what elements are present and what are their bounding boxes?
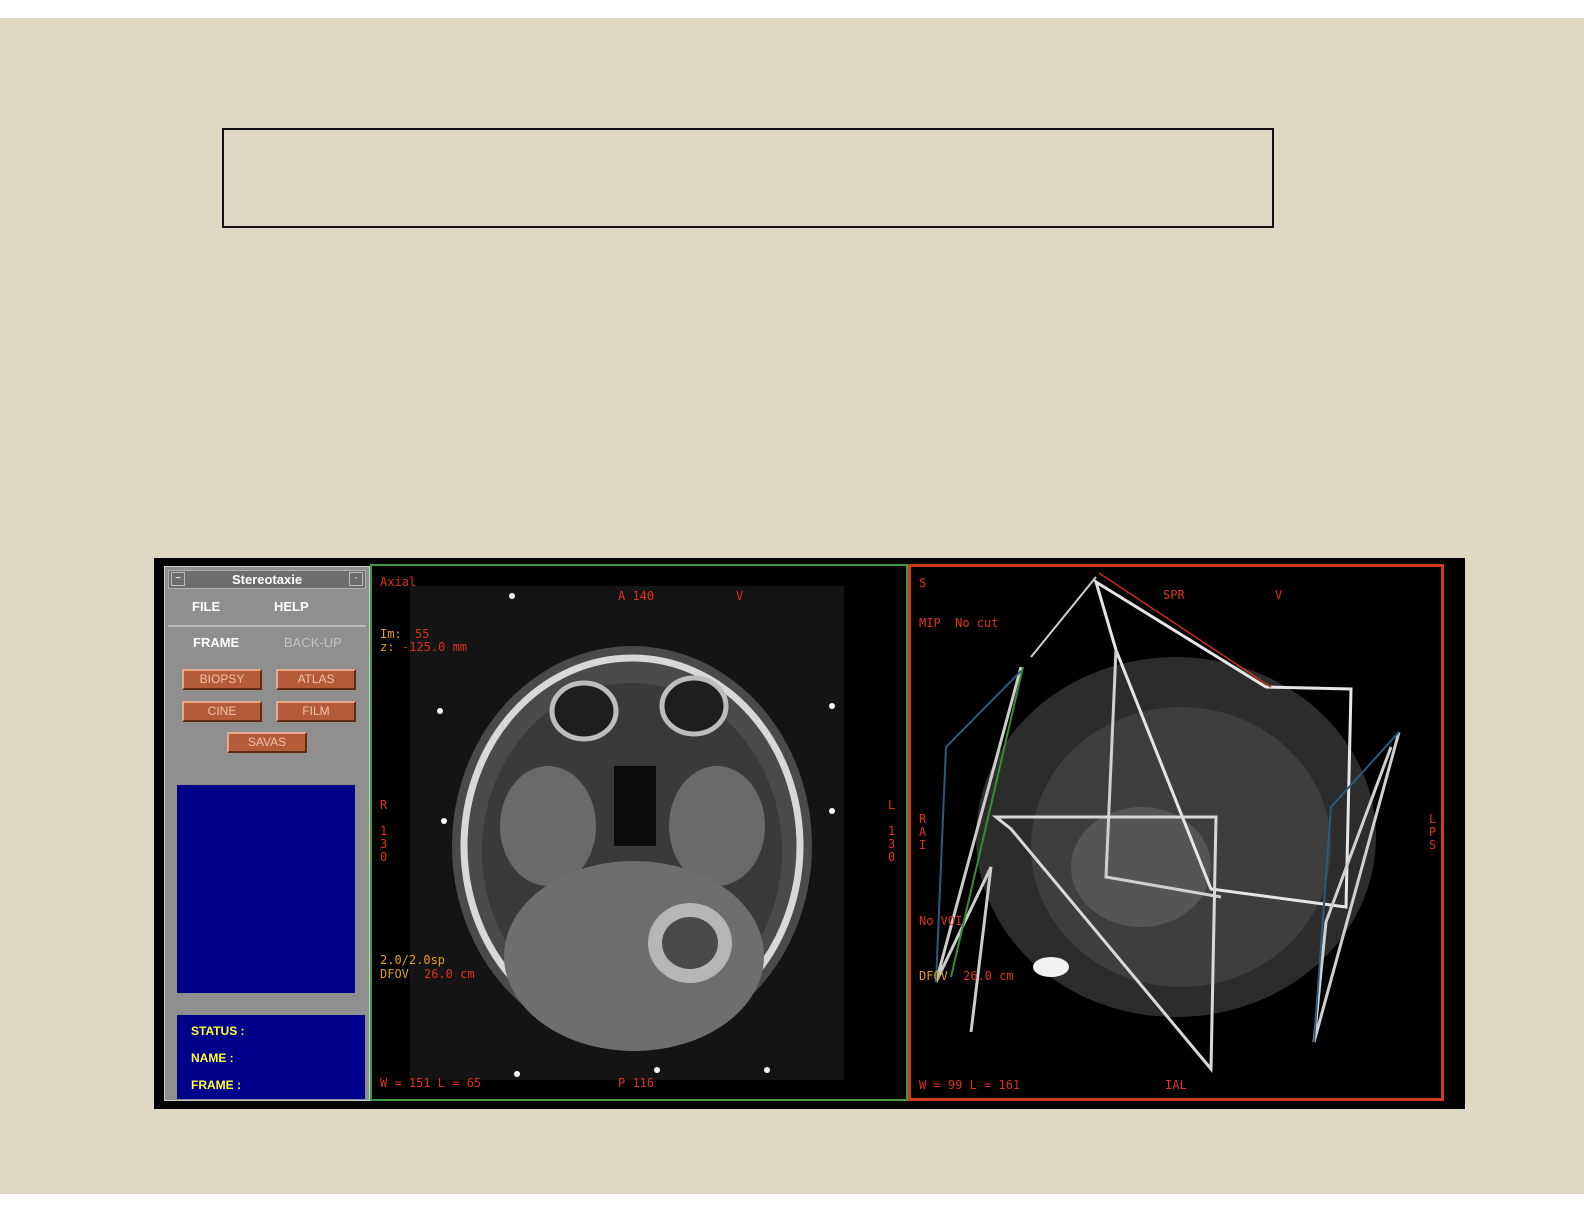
frame-mode-button[interactable]: FRAME <box>193 635 239 650</box>
cine-button[interactable]: CINE <box>182 701 262 722</box>
superior-label: S <box>919 576 927 590</box>
z-position: -125.0 mm <box>402 640 468 654</box>
right-orientation-label: LPS <box>1429 812 1437 852</box>
menu-help[interactable]: HELP <box>274 599 309 614</box>
window-title: Stereotaxie <box>231 572 303 587</box>
dfov-value: 26.0 cm <box>424 967 475 981</box>
dfov-label: DFOV <box>919 969 948 983</box>
posterior-distance: P 116 <box>618 1076 655 1090</box>
bottom-orientation-label: IAL <box>1165 1078 1187 1092</box>
status-panel: STATUS : NAME : FRAME : <box>177 1015 365 1099</box>
dfov-label: DFOV <box>380 967 409 981</box>
plane-label: Axial <box>380 575 417 589</box>
render-mode: MIP No cut <box>919 616 999 630</box>
view-marker: V <box>1275 588 1283 602</box>
atlas-button[interactable]: ATLAS <box>276 669 356 690</box>
dfov-value: 26.0 cm <box>963 969 1014 983</box>
frame-label: FRAME : <box>191 1078 241 1092</box>
left-side-label: L <box>888 798 896 812</box>
biopsy-button[interactable]: BIOPSY <box>182 669 262 690</box>
title-placeholder-box <box>222 128 1274 228</box>
mip-volume-render <box>934 572 1401 1074</box>
window-level: W = 99 L = 161 <box>919 1078 1021 1092</box>
left-side-distance: 130 <box>888 824 896 864</box>
menu-bar: FILE HELP <box>168 593 366 627</box>
slice-thickness: 2.0/2.0sp <box>380 953 446 967</box>
savas-button[interactable]: SAVAS <box>227 732 307 753</box>
menu-file[interactable]: FILE <box>192 599 220 614</box>
axial-mri-viewport[interactable]: Axial A 140 V Im: 55 z: -125.0 mm R 130 … <box>370 564 908 1101</box>
anterior-distance: A 140 <box>618 589 655 603</box>
voi-status: No VOI <box>919 914 963 928</box>
mip-3d-viewport[interactable]: S SPR V MIP No cut RAI LPS No VOI DFOV 2… <box>908 564 1444 1101</box>
right-side-label: R <box>380 798 388 812</box>
window-titlebar[interactable]: − Stereotaxie · <box>168 570 366 589</box>
right-side-distance: 130 <box>380 824 388 864</box>
window-level: W = 151 L = 65 <box>380 1076 482 1090</box>
preview-display-area <box>177 785 355 993</box>
view-marker: V <box>736 589 744 603</box>
name-label: NAME : <box>191 1051 234 1065</box>
orientation-label: SPR <box>1163 588 1185 602</box>
mode-selector: FRAME BACK-UP <box>168 629 366 663</box>
z-label: z: <box>380 640 395 654</box>
control-panel: − Stereotaxie · FILE HELP FRAME BACK-UP … <box>164 566 370 1101</box>
window-menu-icon[interactable]: − <box>171 572 185 586</box>
film-button[interactable]: FILM <box>276 701 356 722</box>
left-orientation-label: RAI <box>919 812 927 852</box>
backup-mode-button[interactable]: BACK-UP <box>284 635 342 650</box>
stereotaxie-application: − Stereotaxie · FILE HELP FRAME BACK-UP … <box>154 558 1465 1109</box>
status-label: STATUS : <box>191 1024 245 1038</box>
window-minimize-icon[interactable]: · <box>349 572 363 586</box>
